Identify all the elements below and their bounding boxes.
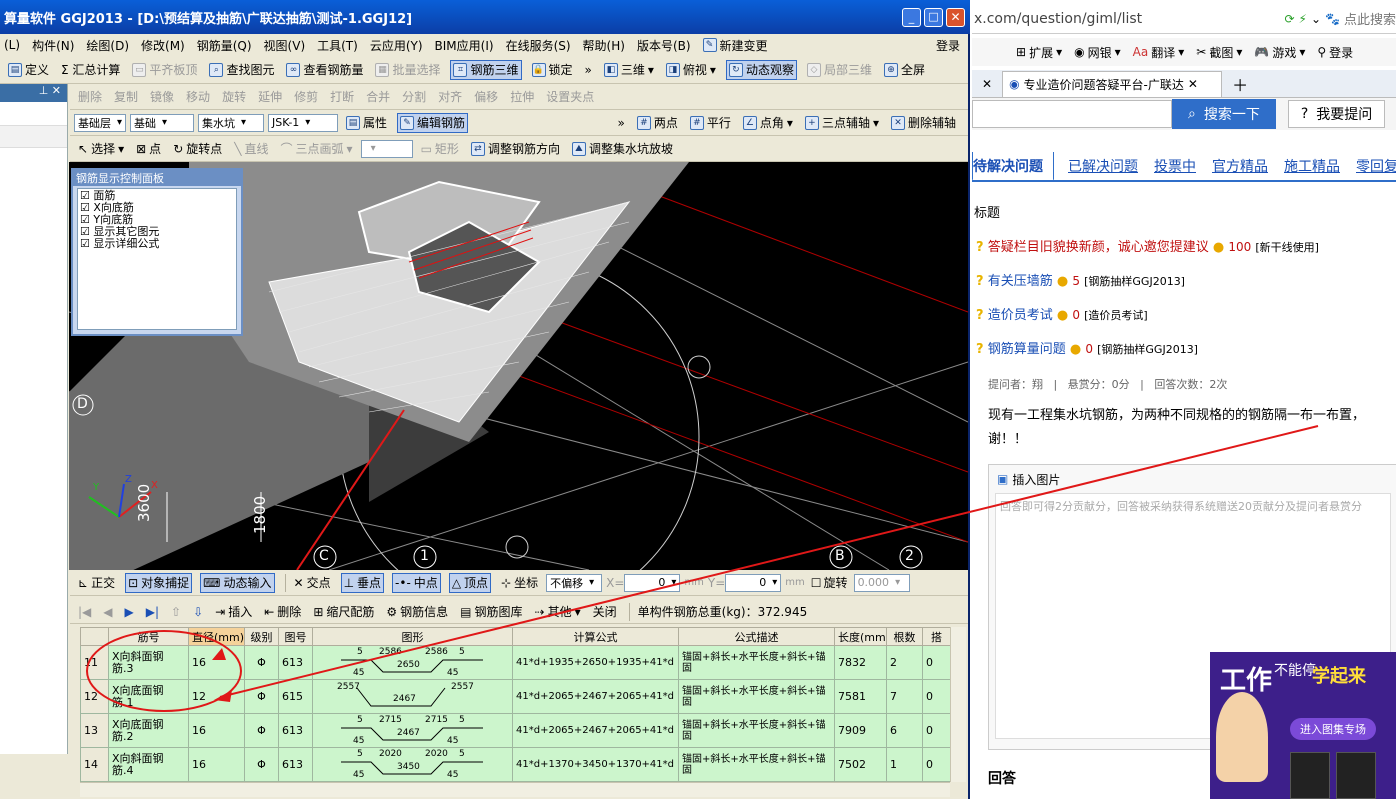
- annotation-arrow: [212, 425, 1319, 702]
